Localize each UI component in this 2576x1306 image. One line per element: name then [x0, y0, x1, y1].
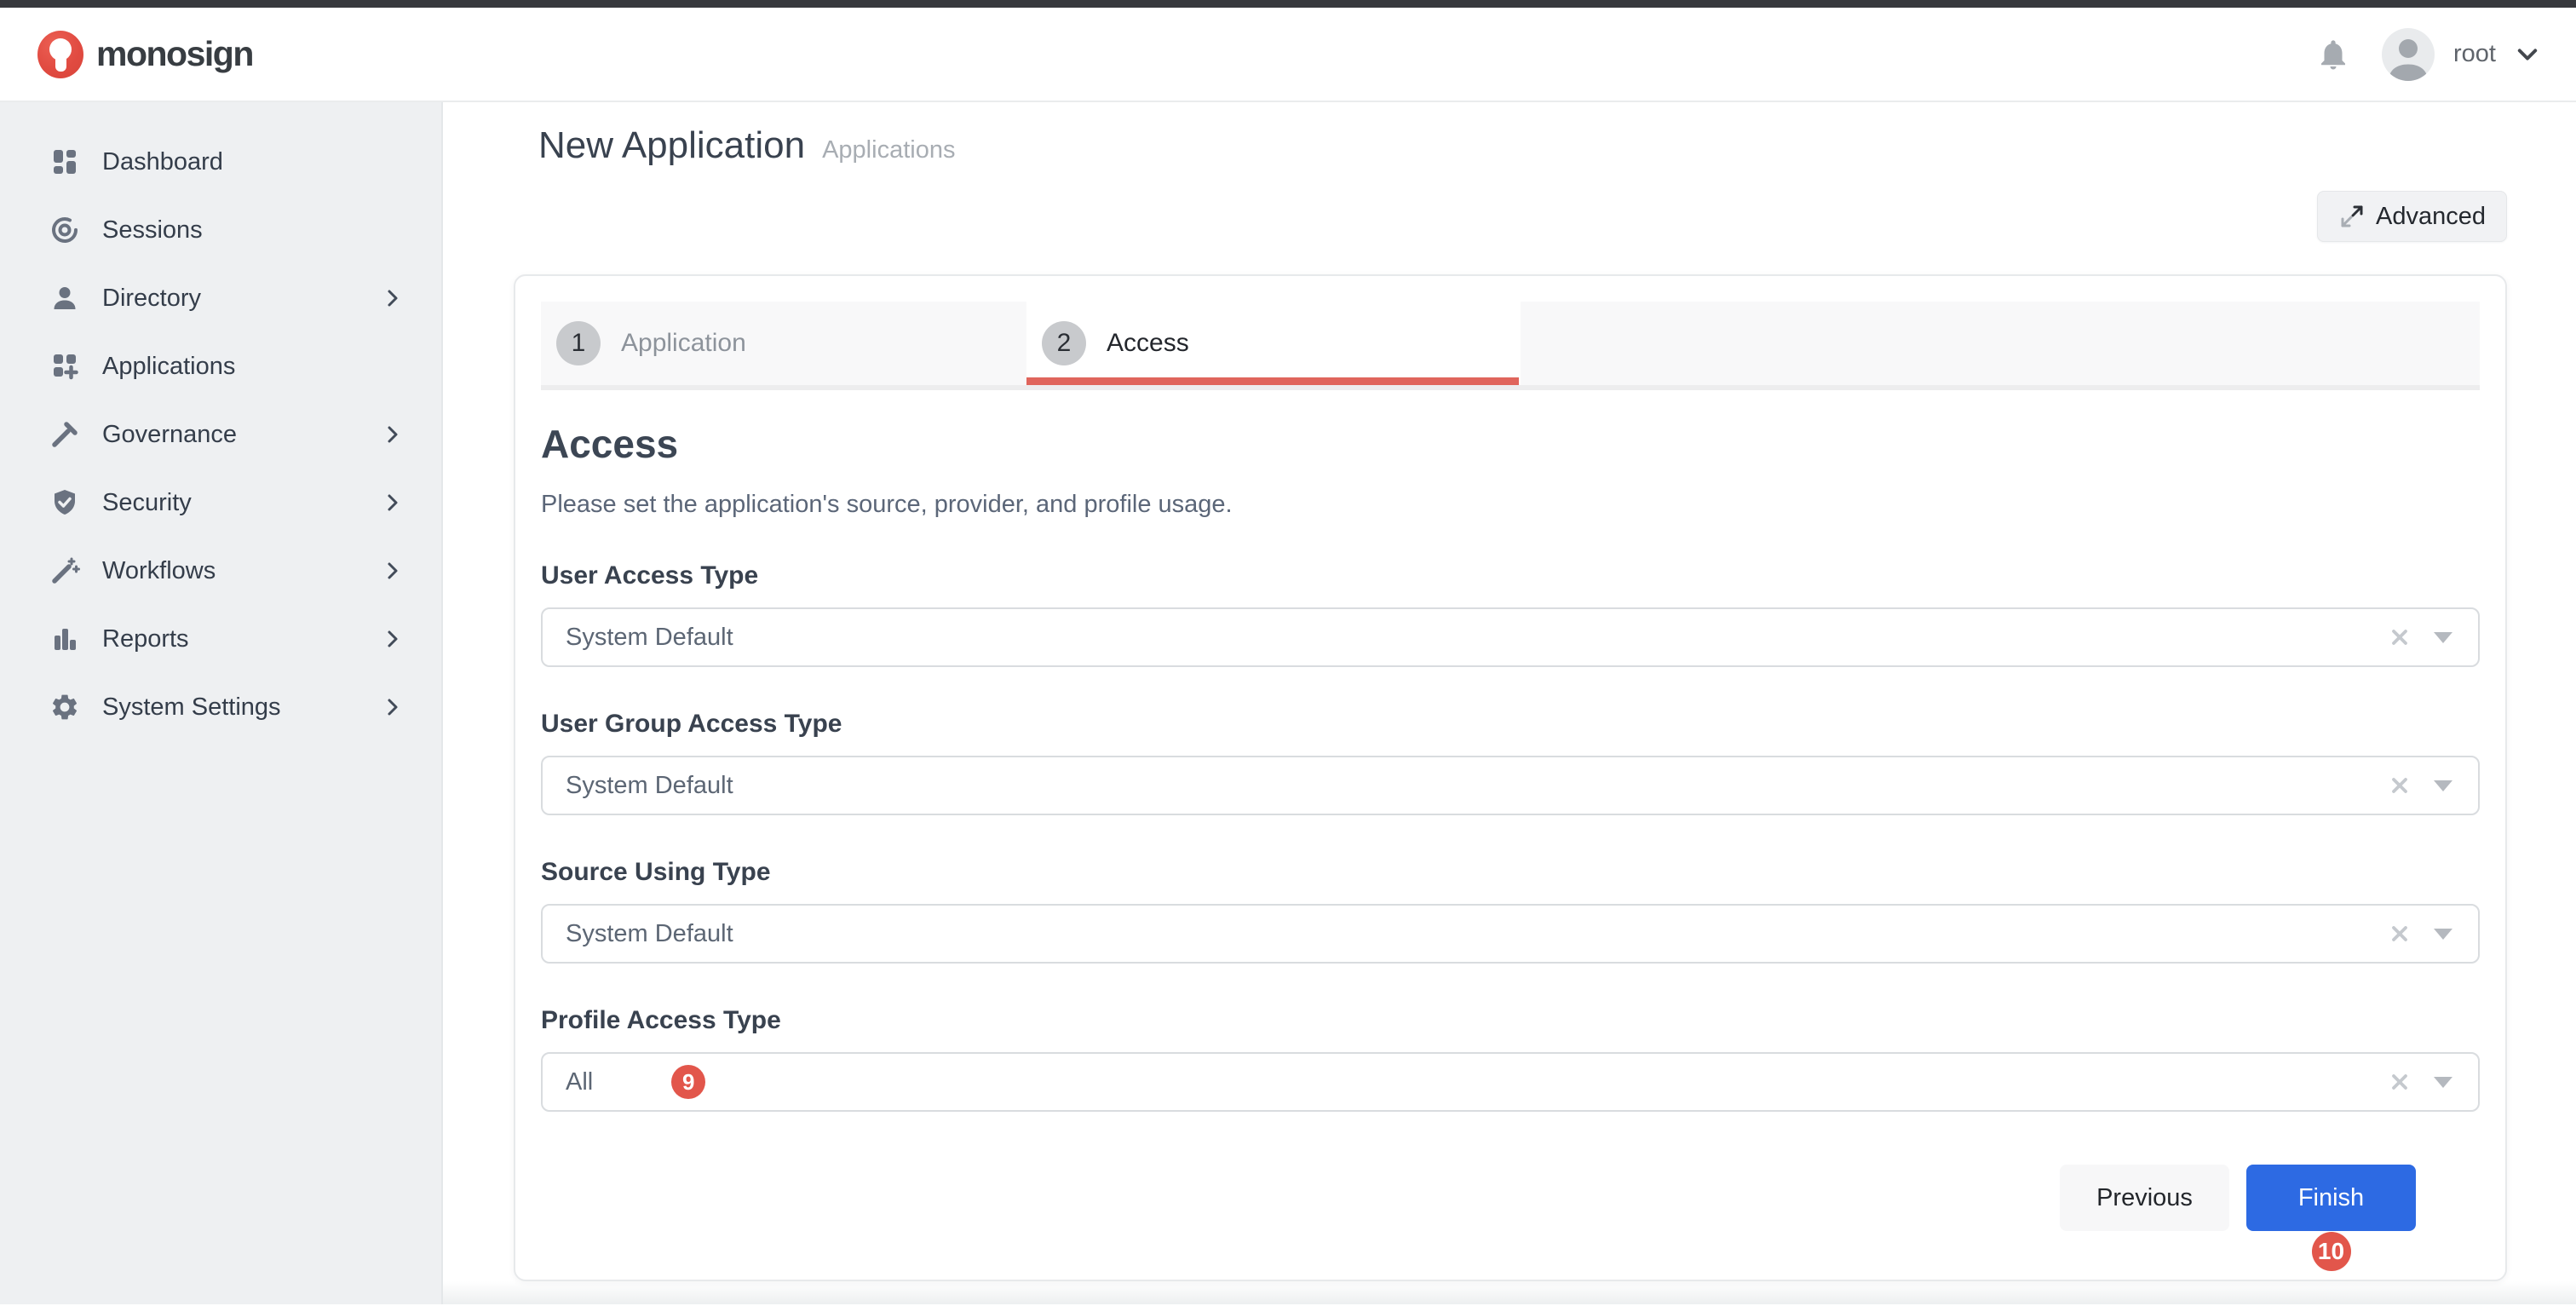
sidebar-item-reports[interactable]: Reports: [0, 605, 441, 673]
sessions-icon: [49, 215, 80, 245]
expand-arrows-icon: [2338, 203, 2366, 230]
select-value: System Default: [566, 624, 733, 652]
sidebar-item-label: System Settings: [102, 693, 281, 722]
field-source-using-type: Source Using Type System Default: [541, 858, 2480, 964]
chevron-right-icon: [382, 423, 404, 446]
section-description: Please set the application's source, pro…: [541, 491, 2480, 519]
select-value: All: [566, 1068, 593, 1096]
user-access-type-select[interactable]: System Default: [541, 607, 2480, 667]
sidebar-item-label: Governance: [102, 421, 237, 449]
field-label: User Group Access Type: [541, 710, 2480, 739]
sidebar-item-system-settings[interactable]: System Settings: [0, 673, 441, 741]
step-tab-access[interactable]: 2 Access: [1026, 302, 1519, 385]
field-label: Source Using Type: [541, 858, 2480, 887]
wizard-actions: Previous Finish 10: [541, 1165, 2416, 1231]
breadcrumb: Applications: [822, 136, 955, 164]
wizard-card: 1 Application 2 Access Access Please set…: [514, 274, 2507, 1281]
system-settings-icon: [49, 692, 80, 722]
annotation-badge-10: 10: [2312, 1232, 2351, 1271]
select-value: System Default: [566, 772, 733, 800]
chevron-right-icon: [382, 628, 404, 650]
page-head: New Application Applications: [443, 102, 2576, 167]
workflows-icon: [49, 555, 80, 586]
caret-down-icon[interactable]: [2434, 780, 2452, 791]
step-number-badge: 2: [1042, 321, 1086, 365]
select-value: System Default: [566, 920, 733, 948]
chevron-right-icon: [382, 287, 404, 309]
profile-access-type-select[interactable]: All 9: [541, 1052, 2480, 1112]
step-tab-empty: [1521, 302, 2480, 385]
sidebar: Dashboard Sessions Directory Application…: [0, 102, 443, 1304]
security-icon: [49, 487, 80, 518]
field-profile-access-type: Profile Access Type All 9: [541, 1006, 2480, 1112]
previous-button[interactable]: Previous: [2060, 1165, 2229, 1231]
sidebar-item-label: Dashboard: [102, 148, 223, 176]
bell-icon[interactable]: [2315, 37, 2351, 72]
chevron-right-icon: [382, 492, 404, 514]
page-footer-area: [443, 1281, 2576, 1304]
window-top-strip: [0, 0, 2576, 8]
governance-icon: [49, 419, 80, 450]
logo-home-link[interactable]: monosign: [37, 31, 253, 78]
sidebar-item-label: Applications: [102, 353, 235, 381]
caret-down-icon[interactable]: [2434, 929, 2452, 940]
main-content: New Application Applications Advanced 1 …: [443, 102, 2576, 1304]
clear-x-icon[interactable]: [2388, 1070, 2412, 1094]
directory-icon: [49, 283, 80, 314]
section-heading: Access: [541, 421, 2480, 467]
sidebar-item-label: Directory: [102, 285, 201, 313]
sidebar-item-applications[interactable]: Applications: [0, 332, 441, 400]
advanced-button[interactable]: Advanced: [2317, 191, 2507, 242]
advanced-button-label: Advanced: [2376, 203, 2486, 231]
sidebar-item-label: Workflows: [102, 557, 216, 585]
sidebar-item-governance[interactable]: Governance: [0, 400, 441, 469]
field-label: Profile Access Type: [541, 1006, 2480, 1035]
logo-text: monosign: [96, 34, 253, 74]
sidebar-item-security[interactable]: Security: [0, 469, 441, 537]
sidebar-item-label: Security: [102, 489, 192, 517]
step-number-badge: 1: [556, 321, 601, 365]
chevron-right-icon: [382, 696, 404, 718]
caret-down-icon[interactable]: [2434, 1077, 2452, 1088]
user-group-access-type-select[interactable]: System Default: [541, 756, 2480, 815]
field-label: User Access Type: [541, 561, 2480, 590]
sidebar-item-sessions[interactable]: Sessions: [0, 196, 441, 264]
applications-icon: [49, 351, 80, 382]
sidebar-item-workflows[interactable]: Workflows: [0, 537, 441, 605]
chevron-down-icon: [2515, 42, 2540, 67]
caret-down-icon[interactable]: [2434, 632, 2452, 643]
clear-x-icon[interactable]: [2388, 625, 2412, 649]
app-header: monosign root: [0, 8, 2576, 102]
field-user-access-type: User Access Type System Default: [541, 561, 2480, 667]
annotation-badge-9: 9: [671, 1065, 705, 1099]
finish-button[interactable]: Finish: [2246, 1165, 2416, 1231]
clear-x-icon[interactable]: [2388, 774, 2412, 797]
sidebar-item-directory[interactable]: Directory: [0, 264, 441, 332]
user-menu[interactable]: root: [2382, 28, 2540, 81]
page-title: New Application: [538, 124, 805, 167]
step-label: Application: [621, 329, 746, 358]
field-user-group-access-type: User Group Access Type System Default: [541, 710, 2480, 815]
clear-x-icon[interactable]: [2388, 922, 2412, 946]
reports-icon: [49, 624, 80, 654]
user-avatar-icon: [2382, 28, 2435, 81]
dashboard-icon: [49, 147, 80, 177]
sidebar-item-label: Reports: [102, 625, 189, 653]
username: root: [2453, 40, 2496, 68]
wizard-steps: 1 Application 2 Access: [541, 302, 2480, 385]
step-label: Access: [1107, 329, 1189, 358]
chevron-right-icon: [382, 560, 404, 582]
sidebar-item-dashboard[interactable]: Dashboard: [0, 128, 441, 196]
sidebar-item-label: Sessions: [102, 216, 203, 245]
monosign-logo-icon: [37, 31, 83, 78]
source-using-type-select[interactable]: System Default: [541, 904, 2480, 964]
step-tab-application[interactable]: 1 Application: [541, 302, 1026, 385]
